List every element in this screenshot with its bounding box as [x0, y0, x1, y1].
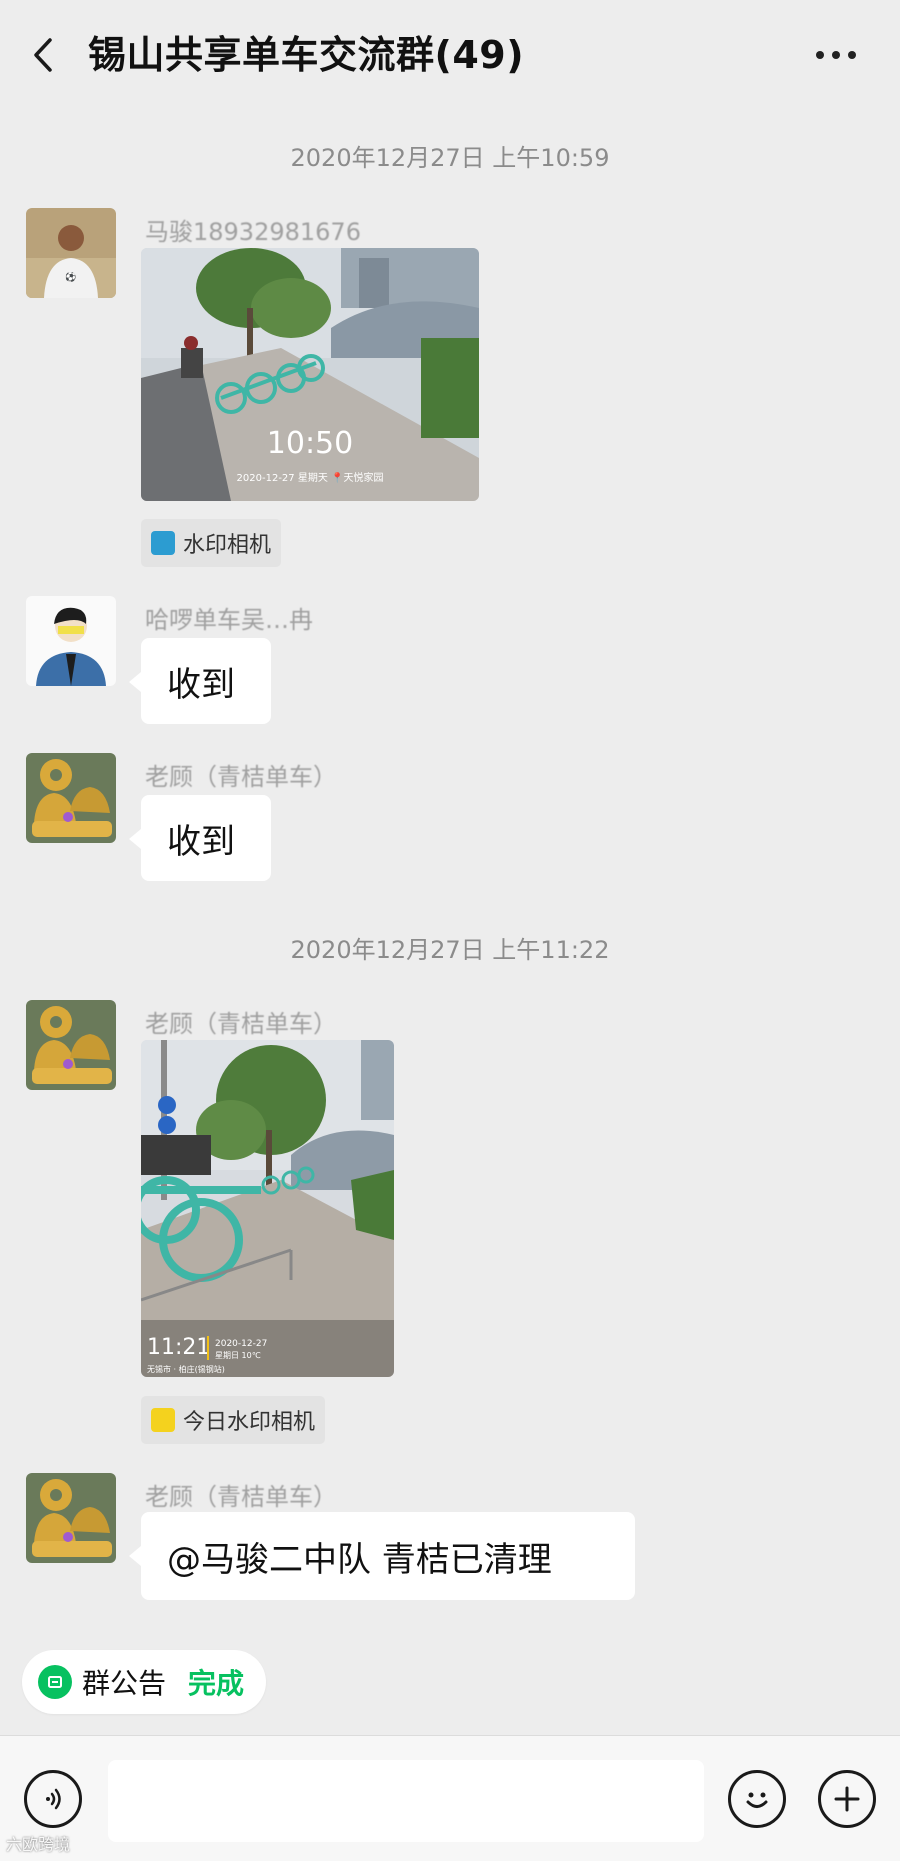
more-dot-icon [832, 51, 840, 59]
avatar[interactable] [26, 753, 116, 843]
photo-time-overlay: 10:50 [267, 426, 353, 461]
sender-name: 老顾（青桔单车） [145, 1010, 337, 1038]
photo-message[interactable]: 11:21 2020-12-27 星期日 10℃ 无锡市 · 柏庄(锡钢站) [141, 1040, 394, 1377]
emoji-button[interactable] [728, 1770, 786, 1828]
message-bubble[interactable]: 收到 [129, 638, 271, 724]
input-bar: 六欧跨境 [0, 1735, 900, 1861]
app-source-tag[interactable]: 今日水印相机 [141, 1396, 326, 1444]
more-dot-icon [848, 51, 856, 59]
chevron-left-icon [34, 38, 52, 72]
message-bubble[interactable]: @马骏二中队 青桔已清理 [129, 1512, 635, 1600]
timestamp: 2020年12月27日 上午10:59 [290, 144, 610, 172]
photo-weekday-overlay: 星期日 10℃ [215, 1351, 261, 1360]
plus-button[interactable] [818, 1770, 876, 1828]
avatar[interactable] [26, 1473, 116, 1563]
avatar[interactable] [26, 1000, 116, 1090]
notice-icon [38, 1665, 72, 1699]
chat-header: 锡山共享单车交流群(49) [0, 0, 900, 110]
sender-name: 哈啰单车吴…冉 [145, 606, 313, 634]
watermark-logo: 六欧跨境 [6, 1835, 71, 1854]
photo-caption-overlay: 2020-12-27 星期天 📍天悦家园 [237, 471, 384, 484]
notice-done-button[interactable]: 完成 [188, 1662, 244, 1702]
sender-name: 马骏18932981676 [145, 218, 361, 246]
voice-button[interactable] [24, 1770, 82, 1828]
back-button[interactable] [24, 30, 64, 80]
svg-text:⚽: ⚽ [64, 271, 76, 283]
emoji-icon [746, 1792, 768, 1808]
more-dot-icon [816, 51, 824, 59]
app-source-label: 今日水印相机 [183, 1410, 316, 1435]
notice-label: 群公告 [82, 1667, 167, 1700]
chat-title: 锡山共享单车交流群(49) [88, 33, 525, 77]
app-source-tag[interactable]: 水印相机 [141, 519, 282, 567]
photo-time-overlay: 11:21 [147, 1335, 210, 1360]
app-source-label: 水印相机 [183, 533, 272, 558]
avatar[interactable] [26, 596, 116, 686]
photo-message[interactable]: 10:50 2020-12-27 星期天 📍天悦家园 [141, 248, 479, 501]
sender-name: 老顾（青桔单车） [145, 1483, 337, 1511]
timestamp: 2020年12月27日 上午11:22 [290, 936, 610, 964]
plus-icon [834, 1786, 860, 1812]
message-bubble[interactable]: 收到 [129, 795, 271, 881]
avatar[interactable]: ⚽ [26, 208, 116, 298]
message-input[interactable] [108, 1760, 704, 1842]
more-options-button[interactable] [812, 45, 860, 65]
photo-date-overlay: 2020-12-27 [215, 1339, 267, 1349]
camera-app-icon [151, 1408, 175, 1432]
voice-icon [46, 1788, 61, 1810]
camera-app-icon [151, 531, 175, 555]
sender-name: 老顾（青桔单车） [145, 763, 337, 791]
group-notice-pill[interactable]: 群公告 完成 [22, 1650, 267, 1714]
photo-location-overlay: 无锡市 · 柏庄(锡钢站) [147, 1364, 225, 1374]
